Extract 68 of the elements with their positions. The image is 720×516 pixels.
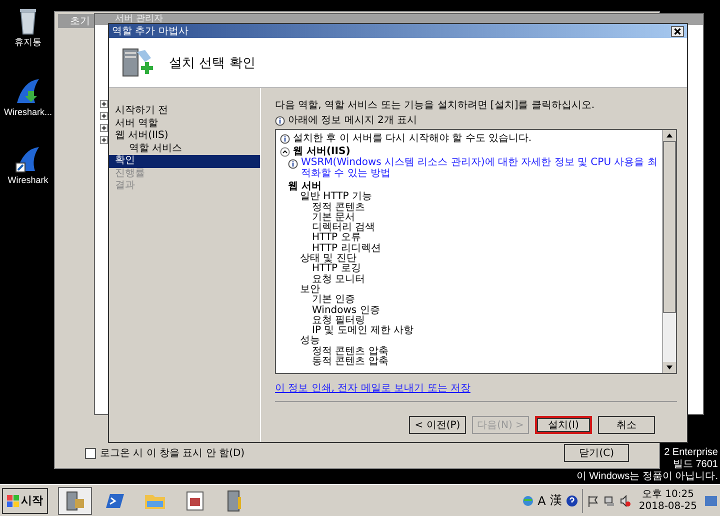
instruction-text: 다음 역할, 역할 서비스 또는 기능을 설치하려면 [설치]를 클릭하십시오. (275, 99, 596, 112)
windows-flag-icon (7, 494, 19, 506)
desktop-icon-label[interactable]: Wireshark (8, 175, 48, 185)
expand-icon[interactable] (100, 100, 108, 108)
wizard-step[interactable]: 확인 (109, 155, 260, 168)
summary-item: 성능 (299, 336, 321, 346)
section-title: 웹 서버(IIS) (293, 145, 350, 157)
network-icon[interactable] (602, 494, 615, 506)
info-icon (275, 116, 285, 126)
page-heading: 설치 선택 확인 (169, 54, 256, 72)
help-icon[interactable] (566, 494, 578, 506)
print-link[interactable]: 이 정보 인쇄, 전자 메일로 보내기 또는 저장 (275, 381, 470, 395)
window-title: 역할 추가 마법사 (112, 25, 188, 38)
expand-icon[interactable] (100, 112, 108, 120)
summary-item: 동적 콘텐츠 압축 (311, 357, 390, 368)
scroll-down-icon[interactable] (663, 362, 676, 373)
wizard-step[interactable]: 서버 역할 (109, 118, 260, 130)
summary-item: 상태 및 진단 (299, 254, 356, 264)
checkbox-label: 로그온 시 이 창을 표시 안 함(D) (100, 447, 245, 460)
os-notice-text: 빌드 7601 (672, 459, 718, 471)
wizard-step[interactable]: 시작하기 전 (109, 105, 260, 118)
expand-icon[interactable] (100, 124, 108, 132)
info-icon (280, 134, 290, 144)
summary-item: 보안 (299, 284, 320, 295)
summary-item: 기본 문서 (311, 212, 356, 223)
summary-item: 일반 HTTP 기능 (299, 192, 373, 202)
clock-time[interactable]: 오후 10:25 (642, 488, 694, 500)
taskbar-button[interactable] (58, 486, 92, 514)
desktop-icon-label[interactable]: Wireshark... (4, 107, 52, 117)
close-icon[interactable] (671, 26, 684, 36)
summary-item: Windows 인증 (311, 306, 381, 316)
summary-item: 기본 인증 (311, 295, 356, 306)
summary-item: 디렉터리 검색 (311, 223, 376, 234)
start-button[interactable]: 시작 (2, 488, 48, 514)
wizard-step[interactable]: 웹 서버(IIS) (109, 130, 260, 142)
os-notice-text: 2 Enterprise (664, 447, 718, 459)
wizard-step[interactable]: 역할 서비스 (109, 142, 260, 155)
summary-item: 정적 콘텐츠 (311, 202, 366, 213)
desktop-icon-label[interactable]: 휴지통 (14, 36, 42, 49)
flag-icon[interactable] (586, 494, 599, 506)
ime-indicator[interactable]: A (538, 494, 546, 508)
expand-icon[interactable] (100, 136, 108, 144)
ime-indicator[interactable]: 漢 (550, 492, 562, 509)
clock-date[interactable]: 2018-08-25 (638, 500, 697, 512)
checkbox[interactable] (85, 448, 96, 458)
wizard-button[interactable]: < 이전(P) (409, 416, 466, 434)
summary-item: 요청 필터링 (311, 316, 366, 326)
wizard-button[interactable]: 설치(I) (535, 416, 592, 434)
scroll-thumb[interactable] (663, 141, 676, 313)
wizard-button[interactable]: 취소 (598, 416, 655, 434)
summary-item: 요청 모니터 (312, 274, 366, 285)
scroll-up-icon[interactable] (663, 130, 676, 141)
summary-item: 웹 서버 (287, 182, 322, 192)
collapse-icon[interactable] (280, 146, 290, 156)
close-button[interactable]: 닫기(C) (564, 444, 629, 462)
summary-item: 정적 콘텐츠 압축 (311, 346, 390, 357)
restart-note: 설치한 후 이 서버를 다시 시작해야 할 수도 있습니다. (293, 132, 532, 145)
summary-item: HTTP 로깅 (311, 264, 362, 274)
summary-item: IP 및 도메인 제한 사항 (312, 326, 415, 336)
scrollbar[interactable] (662, 130, 676, 373)
info-link[interactable]: WSRM(Windows 시스템 리소스 관리자)에 대한 자세한 정보 및 CPU 사용을 최적화할 수 있는 방법 (301, 158, 658, 179)
speaker-muted-icon[interactable] (618, 494, 631, 506)
show-desktop-button[interactable] (705, 496, 717, 506)
os-notice-text: 이 Windows는 정품이 아닙니다. (576, 471, 718, 483)
info-count-text: 아래에 정보 메시지 2개 표시 (288, 114, 418, 127)
info-icon (288, 159, 298, 169)
summary-item: HTTP 오류 (311, 233, 361, 244)
summary-item: HTTP 리디렉션 (312, 244, 382, 254)
